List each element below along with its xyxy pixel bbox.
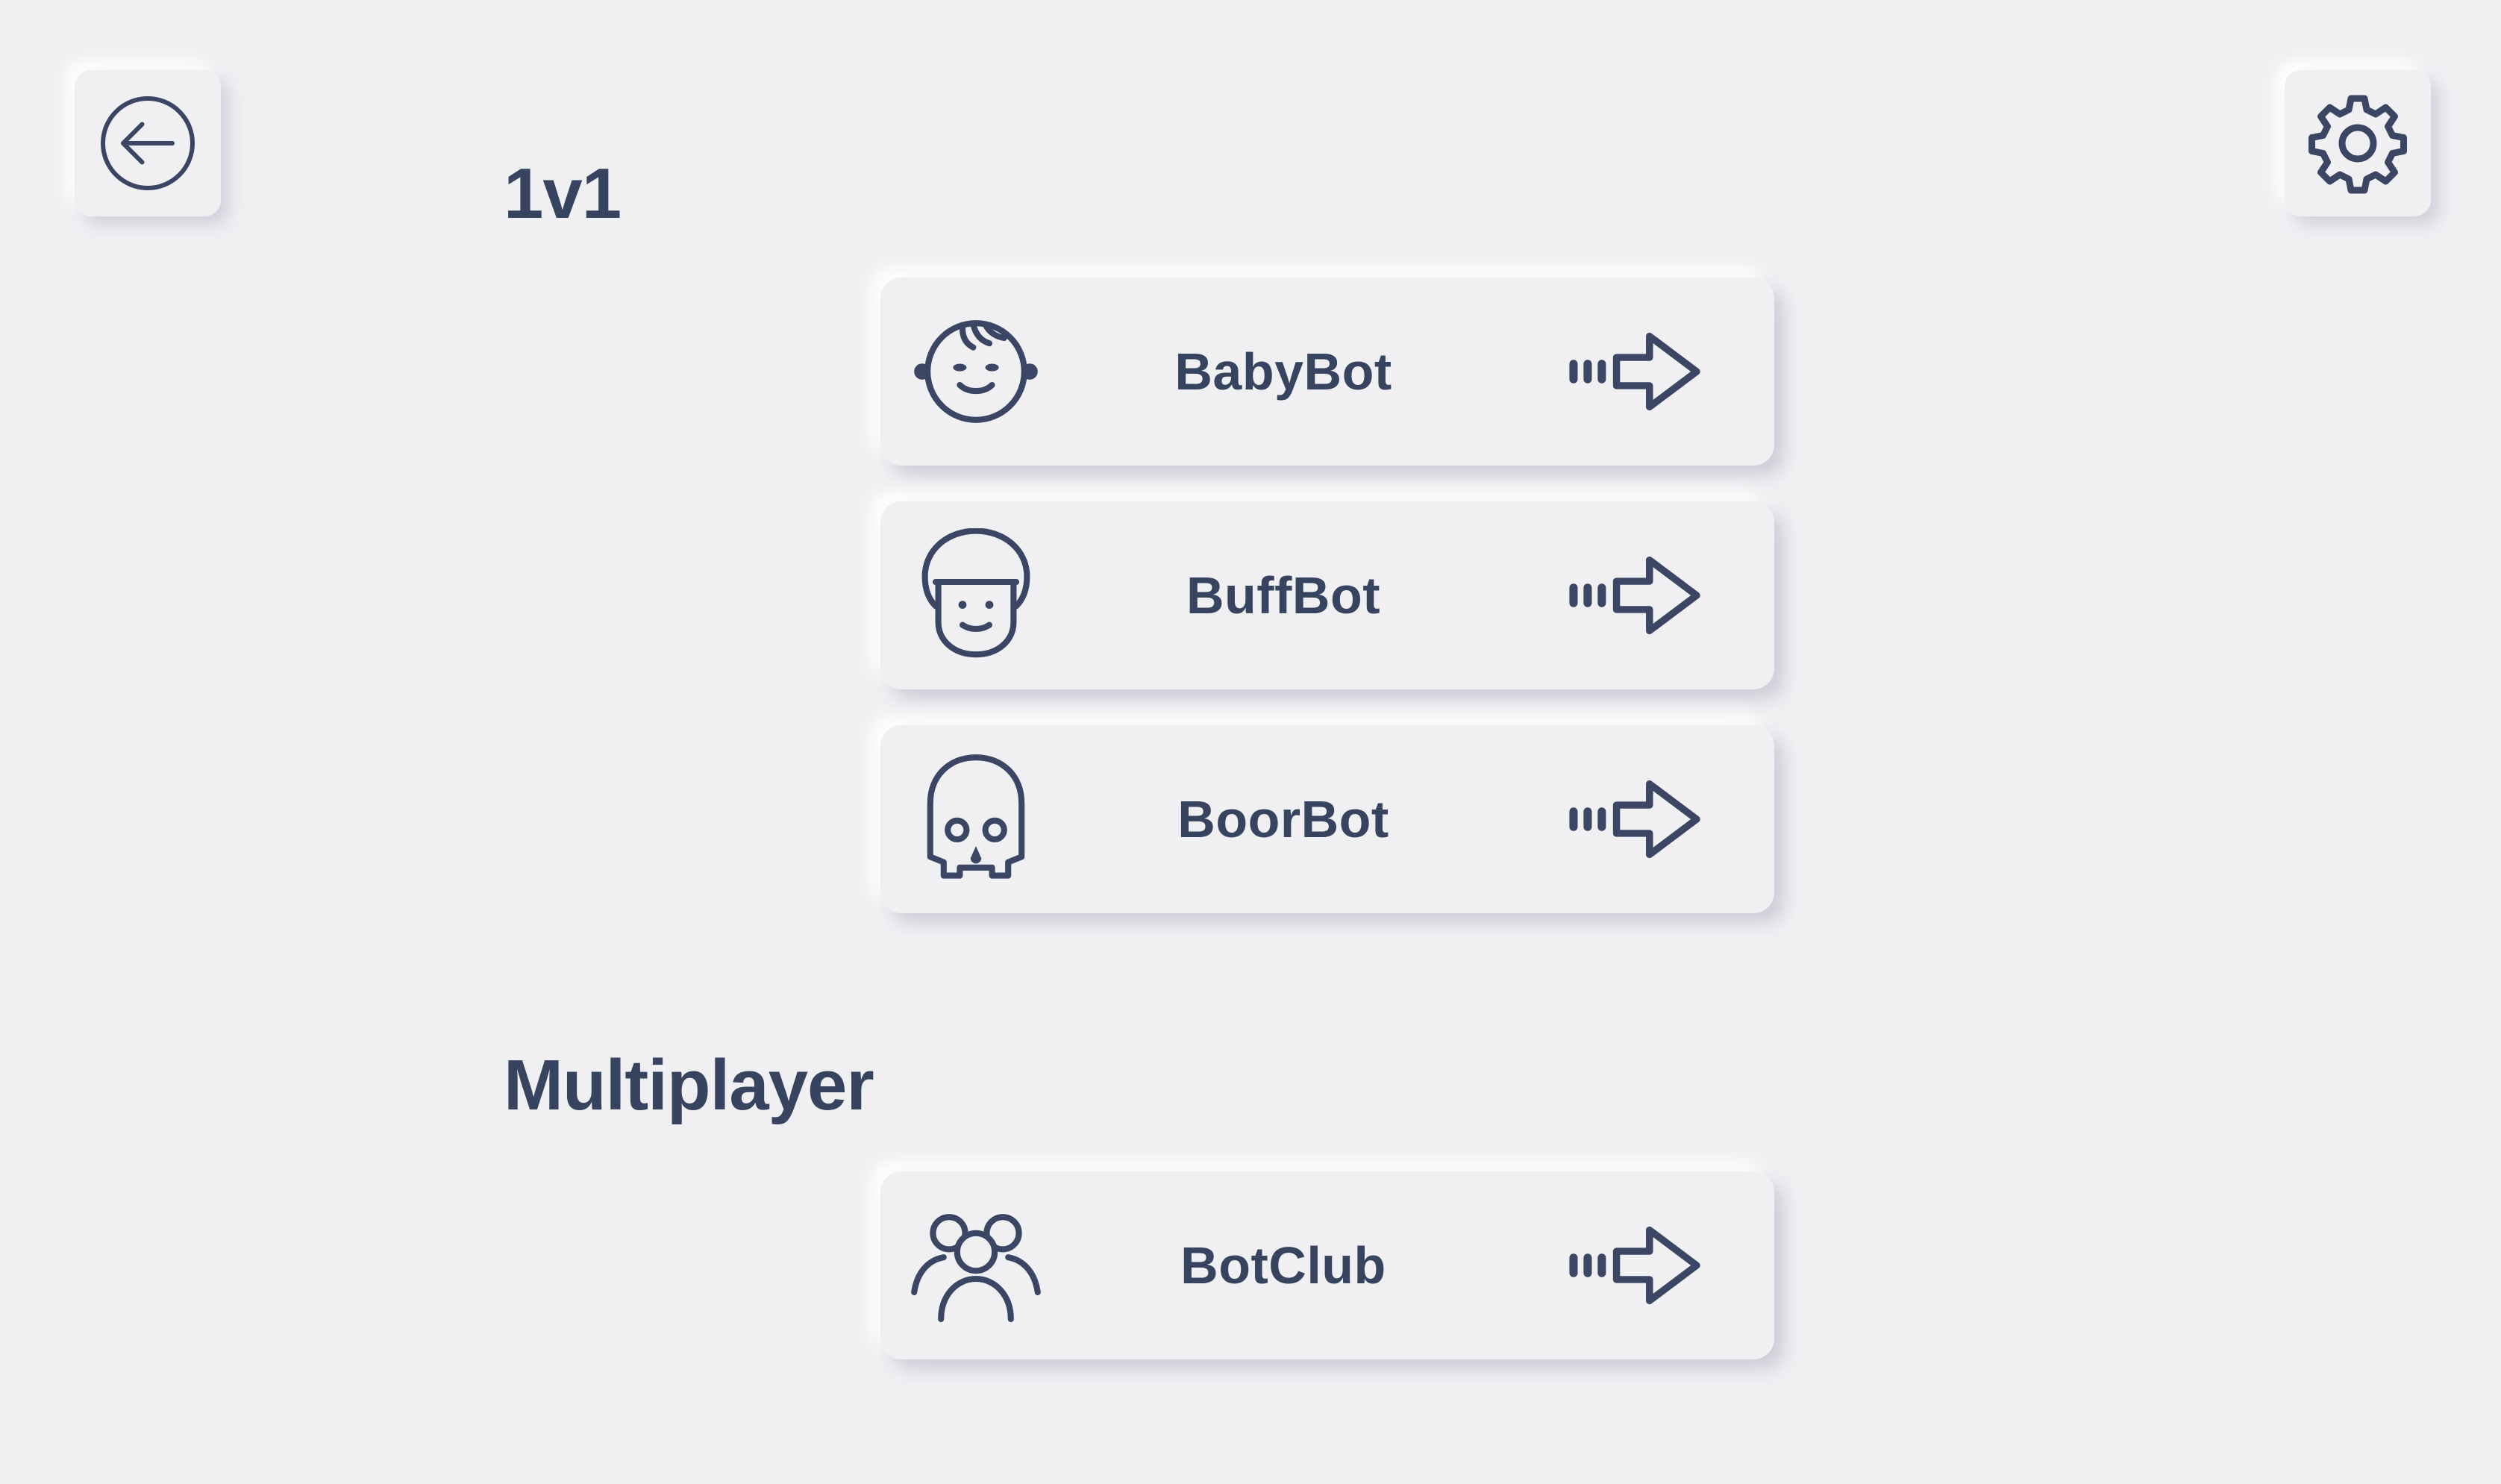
section-title-1v1: 1v1 xyxy=(504,154,622,234)
skull-icon xyxy=(909,752,1043,886)
arrow-right-icon xyxy=(1567,774,1709,864)
bot-label: BabyBot xyxy=(1174,342,1392,401)
bot-card-botclub[interactable]: BotClub xyxy=(880,1171,1774,1359)
screen: 1v1 BabyBot BuffBot BoorBot Multiplayer … xyxy=(0,0,2501,1484)
arrow-right-icon xyxy=(1567,551,1709,640)
bot-card-babybot[interactable]: BabyBot xyxy=(880,278,1774,466)
bot-label: BotClub xyxy=(1180,1236,1386,1294)
arrow-left-circle-icon xyxy=(101,96,195,190)
arrow-right-icon xyxy=(1567,1221,1709,1310)
bot-card-buffbot[interactable]: BuffBot xyxy=(880,501,1774,689)
group-icon xyxy=(909,1198,1043,1333)
back-button[interactable] xyxy=(75,70,221,216)
bot-label: BoorBot xyxy=(1177,790,1389,848)
settings-button[interactable] xyxy=(2285,70,2431,216)
bot-label: BuffBot xyxy=(1186,566,1381,624)
gear-icon xyxy=(2309,95,2407,194)
baby-face-icon xyxy=(909,304,1043,439)
arrow-right-icon xyxy=(1567,327,1709,416)
section-title-multiplayer: Multiplayer xyxy=(504,1045,874,1125)
bot-card-boorbot[interactable]: BoorBot xyxy=(880,725,1774,913)
helmet-face-icon xyxy=(909,527,1043,663)
